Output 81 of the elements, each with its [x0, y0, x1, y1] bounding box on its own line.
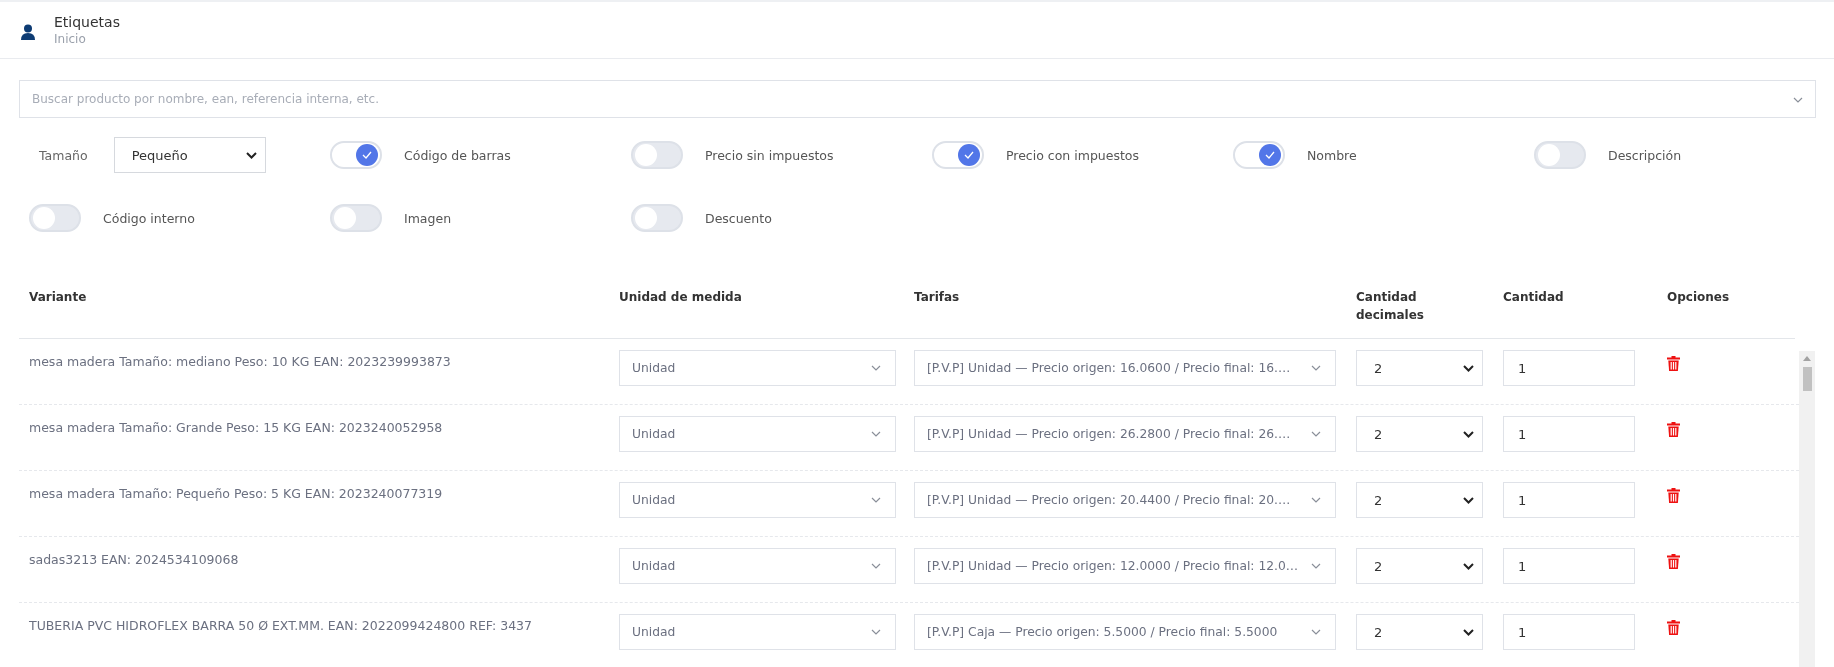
toggle-switch[interactable]: [1534, 141, 1586, 169]
toggle-switch[interactable]: [330, 141, 382, 169]
option-label: Precio sin impuestos: [705, 147, 834, 163]
variant-text: sadas3213 EAN: 2024534109068: [29, 551, 239, 567]
decimals-select[interactable]: 2: [1356, 482, 1483, 518]
unit-select[interactable]: Unidad: [619, 548, 896, 584]
chevron-down-icon: [245, 151, 257, 159]
toggle-switch[interactable]: [631, 141, 683, 169]
option-label: Código interno: [103, 210, 195, 226]
check-icon: [1265, 151, 1275, 159]
trash-icon[interactable]: [1667, 488, 1680, 503]
scrollbar-thumb[interactable]: [1802, 367, 1812, 391]
column-header: Opciones: [1666, 289, 1731, 306]
check-icon: [964, 151, 974, 159]
check-icon: [362, 151, 372, 159]
chevron-down-icon: [871, 365, 881, 371]
chevron-down-icon: [871, 563, 881, 569]
unit-select[interactable]: Unidad: [619, 350, 896, 386]
unit-select[interactable]: Unidad: [619, 482, 896, 518]
column-header: Tarifas: [913, 289, 961, 306]
trash-icon[interactable]: [1667, 422, 1680, 437]
column-header: Cantidad: [1502, 289, 1565, 306]
scroll-up-icon[interactable]: [1803, 356, 1811, 361]
trash-icon[interactable]: [1667, 620, 1680, 635]
variant-text: TUBERIA PVC HIDROFLEX BARRA 50 Ø EXT.MM. EAN: 2022099424800 REF: 3437: [29, 617, 532, 633]
decimals-select[interactable]: 2: [1356, 416, 1483, 452]
chevron-down-icon: [1311, 497, 1321, 503]
toggle-switch[interactable]: [29, 204, 81, 232]
chevron-down-icon: [1463, 364, 1474, 372]
column-header: Cantidad decimales: [1355, 289, 1425, 324]
option-label: Código de barras: [404, 147, 511, 163]
rate-select[interactable]: [P.V.P] Caja — Precio origen: 5.5000 / Precio final: 5.5000: [914, 614, 1336, 650]
option-label: Nombre: [1307, 147, 1357, 163]
chevron-down-icon: [1463, 430, 1474, 438]
toggle-switch[interactable]: [932, 141, 984, 169]
unit-select[interactable]: Unidad: [619, 614, 896, 650]
quantity-input[interactable]: 1: [1503, 614, 1635, 650]
variant-text: mesa madera Tamaño: Grande Peso: 15 KG EAN: 2023240052958: [29, 419, 443, 435]
toggle-switch[interactable]: [330, 204, 382, 232]
chevron-down-icon: [871, 629, 881, 635]
breadcrumb: Inicio: [54, 32, 87, 46]
option-label: Descripción: [1608, 147, 1682, 163]
toggle-switch[interactable]: [631, 204, 683, 232]
size-select[interactable]: Pequeño: [113, 137, 266, 173]
chevron-down-icon: [871, 431, 881, 437]
chevron-down-icon: [1311, 431, 1321, 437]
chevron-down-icon: [1311, 563, 1321, 569]
option-label: Imagen: [404, 210, 452, 226]
trash-icon[interactable]: [1667, 554, 1680, 569]
rate-select[interactable]: [P.V.P] Unidad — Precio origen: 20.4400 / Precio final: 20.…: [914, 482, 1336, 518]
chevron-down-icon: [1793, 97, 1803, 103]
chevron-down-icon: [1311, 365, 1321, 371]
quantity-input[interactable]: 1: [1503, 416, 1635, 452]
decimals-select[interactable]: 2: [1356, 350, 1483, 386]
column-header: Variante: [28, 289, 88, 306]
decimals-select[interactable]: 2: [1356, 614, 1483, 650]
trash-icon[interactable]: [1667, 356, 1680, 371]
option-label: Descuento: [705, 210, 772, 226]
quantity-input[interactable]: 1: [1503, 350, 1635, 386]
toggle-switch[interactable]: [1233, 141, 1285, 169]
chevron-down-icon: [871, 497, 881, 503]
rate-select[interactable]: [P.V.P] Unidad — Precio origen: 12.0000 / Precio final: 12.0…: [914, 548, 1336, 584]
scrollbar[interactable]: [1799, 351, 1815, 667]
size-label: Tamaño: [39, 147, 88, 163]
page-title: Etiquetas: [54, 14, 120, 30]
chevron-down-icon: [1463, 628, 1474, 636]
user-icon: [21, 24, 35, 40]
option-label: Precio con impuestos: [1006, 147, 1140, 163]
rate-select[interactable]: [P.V.P] Unidad — Precio origen: 26.2800 / Precio final: 26.…: [914, 416, 1336, 452]
chevron-down-icon: [1311, 629, 1321, 635]
chevron-down-icon: [1463, 562, 1474, 570]
product-search-field[interactable]: Buscar producto por nombre, ean, referencia interna, etc.: [19, 80, 1816, 118]
rate-select[interactable]: [P.V.P] Unidad — Precio origen: 16.0600 / Precio final: 16.…: [914, 350, 1336, 386]
decimals-select[interactable]: 2: [1356, 548, 1483, 584]
chevron-down-icon: [1463, 496, 1474, 504]
variant-text: mesa madera Tamaño: Pequeño Peso: 5 KG EAN: 2023240077319: [29, 485, 443, 501]
quantity-input[interactable]: 1: [1503, 482, 1635, 518]
unit-select[interactable]: Unidad: [619, 416, 896, 452]
variant-text: mesa madera Tamaño: mediano Peso: 10 KG EAN: 2023239993873: [29, 353, 451, 369]
quantity-input[interactable]: 1: [1503, 548, 1635, 584]
column-header: Unidad de medida: [618, 289, 743, 306]
